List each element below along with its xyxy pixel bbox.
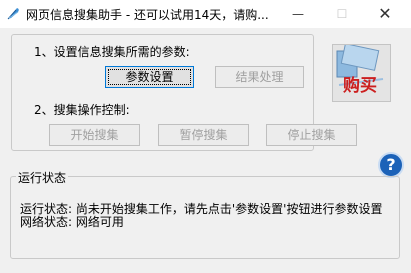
close-button[interactable]: ✕ (365, 0, 405, 28)
window-title: 网页信息搜集助手 - 还可以试用14天，请购... (26, 8, 269, 22)
settings-button[interactable]: 参数设置 (105, 66, 194, 88)
maximize-button[interactable]: ☐ (322, 0, 362, 28)
stop-button[interactable]: 停止搜集 (266, 124, 357, 146)
pause-button[interactable]: 暂停搜集 (158, 124, 249, 146)
results-button[interactable]: 结果处理 (215, 66, 304, 88)
status-legend: 运行状态 (16, 169, 69, 186)
params-label: 1、设置信息搜集所需的参数: (34, 45, 190, 59)
pause-button-label: 暂停搜集 (179, 128, 228, 142)
start-button[interactable]: 开始搜集 (49, 124, 140, 146)
buy-button[interactable]: 购买 (332, 44, 391, 102)
start-button-label: 开始搜集 (70, 128, 119, 142)
network-status-line: 网络状态: 网络可用 (20, 215, 124, 229)
control-label: 2、搜集操作控制: (34, 103, 130, 117)
buy-label: 购买 (343, 76, 377, 96)
minimize-button[interactable]: — (278, 0, 318, 28)
results-button-label: 结果处理 (235, 70, 284, 84)
status-text: 运行状态: 尚未开始搜集工作，请先点击'参数设置'按钮进行参数设置 网络状态: … (20, 203, 382, 229)
title-bar: 网页信息搜集助手 - 还可以试用14天，请购... — ☐ ✕ (0, 0, 411, 28)
focus-ring (108, 69, 191, 85)
app-feather-icon (5, 5, 21, 21)
stop-button-label: 停止搜集 (287, 128, 336, 142)
help-icon[interactable]: ? (378, 152, 404, 178)
